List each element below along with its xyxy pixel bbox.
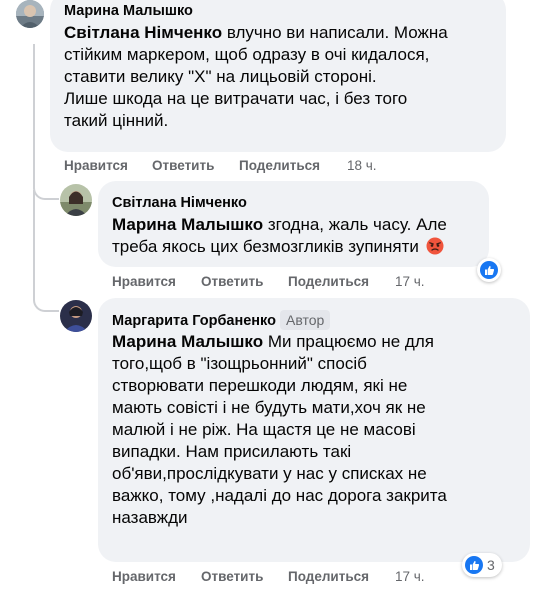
share-button[interactable]: Поделиться — [288, 274, 369, 289]
like-button[interactable]: Нравится — [112, 274, 176, 289]
author-badge: Автор — [279, 310, 331, 330]
author-name[interactable]: Маргарита Горбаненко — [112, 313, 276, 329]
comment-text: Марина Малышко згодна, жаль часу. Але тр… — [112, 214, 487, 258]
like-icon — [480, 261, 498, 279]
comment-text-line: Лише шкода на це витрачати час, і без то… — [64, 89, 408, 108]
comment-text-line: влучно ви написали. Можна — [222, 23, 448, 42]
comment-text-line: важко, тому ,надалі до нас дорога закрит… — [112, 486, 447, 505]
timestamp[interactable]: 18 ч. — [347, 158, 377, 173]
angry-face-icon — [426, 237, 444, 255]
comment-text-line: такий цінний. — [64, 111, 169, 130]
thread-connector — [33, 190, 59, 312]
share-button[interactable]: Поделиться — [239, 158, 320, 173]
like-icon — [465, 556, 483, 574]
comment-text-line: назавжди — [112, 508, 188, 527]
comment-bubble: Марина Малышко Світлана Німченко влучно … — [50, 0, 506, 152]
comment-author[interactable]: Марина Малышко — [64, 2, 193, 20]
mention-link[interactable]: Світлана Німченко — [64, 23, 222, 42]
reply-button[interactable]: Ответить — [152, 158, 214, 173]
comment-text-line: згодна, жаль часу. Але — [263, 215, 447, 234]
timestamp[interactable]: 17 ч. — [395, 274, 425, 289]
avatar[interactable] — [16, 0, 44, 28]
comment-author[interactable]: Світлана Німченко — [112, 194, 247, 212]
comment-text: Марина Малышко Ми працюємо не для того,щ… — [112, 331, 528, 529]
reaction-count: 3 — [487, 557, 495, 573]
mention-link[interactable]: Марина Малышко — [112, 332, 263, 351]
reaction-summary[interactable] — [477, 258, 501, 282]
share-button[interactable]: Поделиться — [288, 569, 369, 584]
comment-text-line: мають совісті і не будуть мати,хоч як не — [112, 398, 426, 417]
comment-text-line: треба якось цих безмозгликів зупиняти — [112, 237, 419, 256]
reply-button[interactable]: Ответить — [201, 569, 263, 584]
comment-text: Світлана Німченко влучно ви написали. Мо… — [64, 22, 504, 132]
timestamp[interactable]: 17 ч. — [395, 569, 425, 584]
reply-button[interactable]: Ответить — [201, 274, 263, 289]
avatar[interactable] — [60, 300, 92, 332]
comment-text-line: випадки. Нам присилають такі — [112, 442, 352, 461]
comment-text-line: створювати перешкоди людям, які не — [112, 376, 408, 395]
reaction-summary[interactable]: 3 — [462, 553, 502, 577]
comment-text-line: Ми працюємо не для — [263, 332, 434, 351]
like-button[interactable]: Нравится — [112, 569, 176, 584]
comment-author: Маргарита Горбаненко Автор — [112, 310, 331, 330]
comment-bubble: Світлана Німченко Марина Малышко згодна,… — [98, 181, 489, 267]
comment-bubble: Маргарита Горбаненко Автор Марина Малышко… — [98, 298, 530, 562]
comment-text-line: стійким маркером, щоб одразу в очі кидал… — [64, 45, 430, 64]
thread-line — [33, 44, 35, 189]
comment-text-line: ставити велику "Х" на лицьовій стороні. — [64, 67, 377, 86]
avatar[interactable] — [60, 184, 92, 216]
comment-text-line: малюй і не ріж. На щастя це не масові — [112, 420, 416, 439]
comment-text-line: того,щоб в "ізощрьонний" спосіб — [112, 354, 367, 373]
like-button[interactable]: Нравится — [64, 158, 128, 173]
mention-link[interactable]: Марина Малышко — [112, 215, 263, 234]
comment-text-line: об'яви,прослідкувати у нас у списках не — [112, 464, 427, 483]
